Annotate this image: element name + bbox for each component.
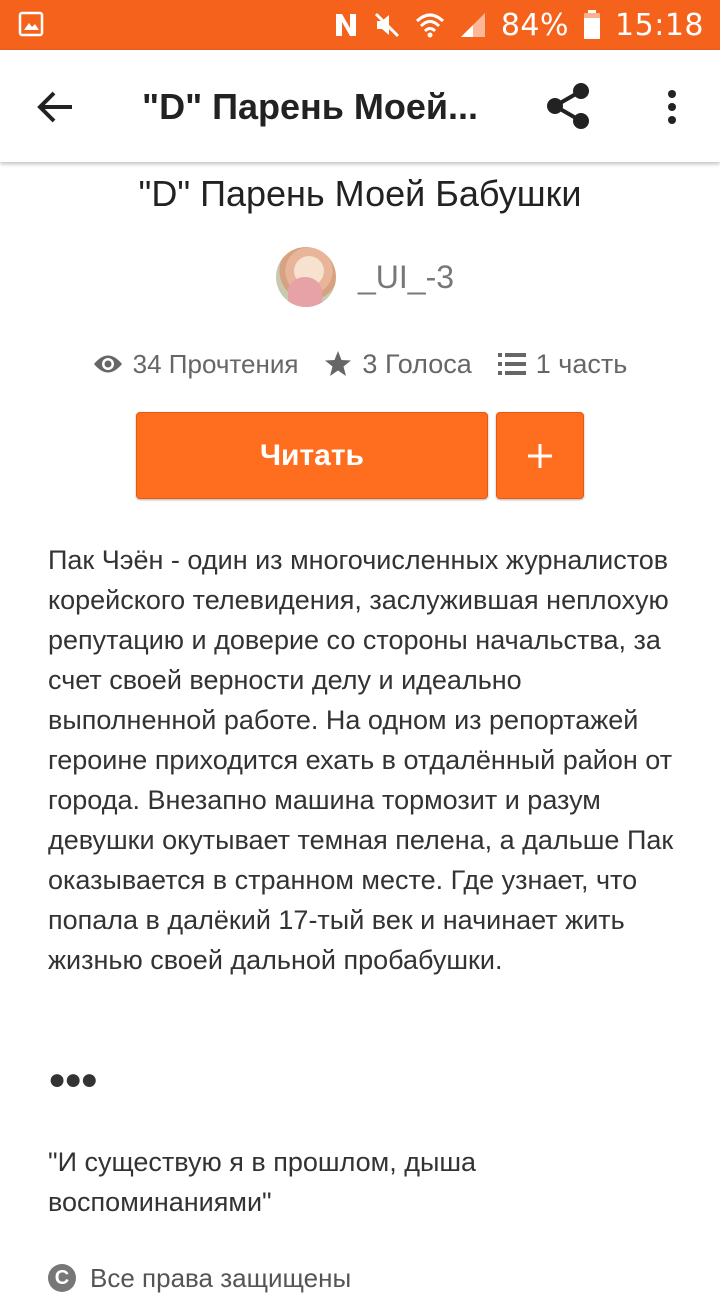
eye-icon — [93, 355, 122, 373]
back-arrow-icon — [37, 91, 72, 123]
story-description: Пак Чэён - один из многочисленных журнал… — [48, 540, 688, 980]
star-icon — [325, 351, 352, 376]
separator: ●●● — [48, 1063, 98, 1096]
more-options-button[interactable] — [650, 80, 694, 134]
add-to-library-button[interactable] — [496, 412, 584, 499]
list-icon — [497, 353, 526, 375]
share-icon — [547, 83, 589, 129]
wifi-icon — [415, 11, 445, 39]
gallery-notification-icon — [18, 11, 44, 37]
app-bar-title: "D" Парень Моей... — [142, 86, 479, 127]
battery-icon — [583, 10, 601, 40]
story-stats: 34 Прочтения 3 Голоса 1 часть — [0, 340, 720, 388]
author-link[interactable]: _UI_-3 — [276, 246, 454, 308]
reads-stat: 34 Прочтения — [93, 348, 299, 380]
avatar[interactable] — [276, 247, 336, 307]
story-quote: "И существую я в прошлом, дыша воспомина… — [48, 1147, 477, 1217]
votes-count: 3 Голоса — [362, 348, 472, 379]
share-button[interactable] — [540, 78, 596, 134]
clock: 15:18 — [615, 7, 704, 43]
description-text: Пак Чэён - один из многочисленных журнал… — [48, 545, 674, 975]
plus-icon — [528, 443, 552, 468]
parts-stat: 1 часть — [497, 348, 628, 380]
nfc-icon — [333, 11, 359, 39]
read-button[interactable]: Читать — [136, 412, 488, 499]
story-title: "D" Парень Моей Бабушки — [138, 173, 582, 214]
reads-count: 34 Прочтения — [132, 348, 299, 379]
copyright-text: Все права защищены — [90, 1262, 352, 1293]
author-name[interactable]: _UI_-3 — [358, 259, 454, 296]
app-bar: "D" Парень Моей... — [0, 50, 720, 162]
parts-count: 1 часть — [535, 348, 628, 379]
battery-percent: 84% — [500, 7, 570, 43]
copyright-icon: C — [48, 1264, 76, 1292]
status-bar: 84% 15:18 — [0, 0, 720, 50]
signal-icon — [459, 11, 487, 39]
more-vert-icon — [668, 90, 676, 124]
back-button[interactable] — [30, 84, 80, 130]
copyright-notice: C Все права защищены — [48, 1258, 351, 1298]
mute-icon — [373, 11, 401, 39]
votes-stat: 3 Голоса — [324, 348, 472, 380]
